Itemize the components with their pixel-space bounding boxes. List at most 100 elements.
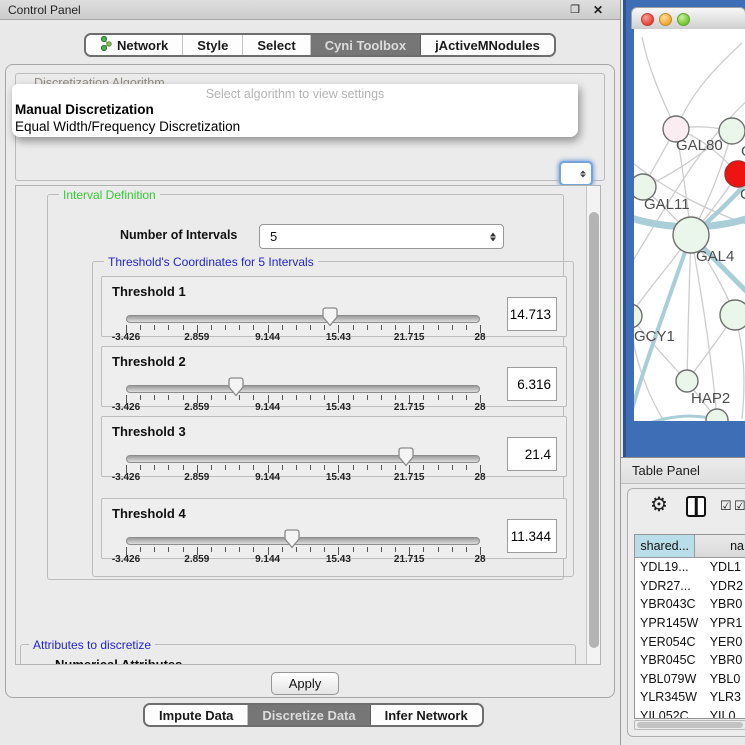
network-window-titlebar [631,7,745,29]
threshold-slider-track[interactable] [126,537,480,545]
float-panel-icon[interactable]: ❐ [567,0,583,20]
cell-shared-name[interactable]: YBR043C [635,597,708,611]
table-row[interactable]: YBL079WYBL0 [635,670,745,689]
cell-name[interactable]: YPR1 [708,616,745,630]
table-row[interactable]: YDL19...YDL1 [635,558,745,577]
cell-name[interactable]: YBL0 [708,672,745,686]
window-zoom-icon[interactable] [677,13,690,26]
cell-name[interactable]: YDR2 [708,579,745,593]
interval-definition-group: Interval Definition Number of Intervals … [47,194,564,580]
threshold-value-field[interactable]: 14.713 [507,297,557,331]
threshold-value-field[interactable]: 11.344 [507,519,557,553]
tab-network[interactable]: Network [86,35,183,55]
number-of-intervals-label: Number of Intervals [120,228,237,242]
columns-icon[interactable] [686,496,706,517]
column-header-name[interactable]: na [695,535,745,557]
threshold-slider-track[interactable] [126,455,480,463]
slider-tick-labels: -3.4262.8599.14415.4321.71528 [126,554,480,566]
tab-cyni-toolbox[interactable]: Cyni Toolbox [311,35,421,55]
network-node[interactable] [719,118,745,144]
scrollbar-thumb[interactable] [589,212,599,648]
gear-icon[interactable]: ⚙ [650,492,668,517]
node-label: G. [741,143,745,160]
threshold-slider-thumb[interactable] [322,307,338,327]
tab-jactivemnodules[interactable]: jActiveMNodules [421,35,554,55]
algorithm-combo[interactable] [559,161,593,186]
cell-name[interactable]: YDL1 [708,560,745,574]
table-row[interactable]: YER054CYER0 [635,632,745,651]
window-minimize-icon[interactable] [659,13,672,26]
network-view-frame: GAL80G.CGAL11GAL4GCY1HHAP2 [623,0,745,457]
settings-scroll-area: Interval Definition Number of Intervals … [15,185,601,665]
slider-tick-labels: -3.4262.8599.14415.4321.71528 [126,332,480,344]
network-node[interactable] [676,370,698,392]
network-node[interactable] [706,409,728,421]
tab-label: Style [197,38,228,53]
cell-shared-name[interactable]: YER054C [635,635,708,649]
cell-shared-name[interactable]: YIL052C [635,709,708,719]
tab-label: Select [257,38,295,53]
cell-shared-name[interactable]: YPR145W [635,616,708,630]
slider-tick-labels: -3.4262.8599.14415.4321.71528 [126,402,480,414]
node-table[interactable]: shared... na YDL19...YDL1YDR27...YDR2YBR… [634,534,745,719]
cell-shared-name[interactable]: YDL19... [635,560,708,574]
attributes-group-title: Attributes to discretize [29,638,155,652]
combo-stepper-icon [580,170,586,177]
network-node[interactable] [634,304,642,328]
number-of-intervals-value: 5 [270,229,277,244]
tab-select[interactable]: Select [243,35,310,55]
option-equal-width-frequency[interactable]: Equal Width/Frequency Discretization [15,119,240,134]
threshold-slider-thumb[interactable] [284,529,300,549]
apply-button[interactable]: Apply [271,672,339,695]
cell-shared-name[interactable]: YDR27... [635,579,708,593]
cell-name[interactable]: YBR0 [708,597,745,611]
threshold-slider-track[interactable] [126,385,480,393]
close-panel-icon[interactable]: ✕ [590,0,606,20]
network-canvas[interactable]: GAL80G.CGAL11GAL4GCY1HHAP2 [634,29,745,421]
cell-name[interactable]: YER0 [708,635,745,649]
network-node[interactable] [725,161,745,187]
column-header-shared-name[interactable]: shared... [635,535,695,557]
option-manual-discretization[interactable]: Manual Discretization [15,102,154,117]
cell-name[interactable]: YBR0 [708,653,745,667]
threshold-slider-thumb[interactable] [398,447,414,467]
hscrollbar-thumb[interactable] [637,722,743,728]
checkbox-checked-icon[interactable]: ☑ [734,498,745,514]
table-hscrollbar[interactable] [634,720,745,730]
threshold-slider-thumb[interactable] [228,377,244,397]
thresholds-group: Threshold's Coordinates for 5 Intervals … [92,261,574,577]
tab-discretize-data[interactable]: Discretize Data [248,705,370,725]
tab-impute-data[interactable]: Impute Data [145,705,248,725]
table-row[interactable]: YDR27...YDR2 [635,577,745,596]
control-panel-titlebar: Control Panel ❐ ✕ [0,0,620,20]
network-icon [100,36,112,54]
threshold-value-field[interactable]: 6.316 [507,367,557,401]
cell-shared-name[interactable]: YBR045C [635,653,708,667]
cell-shared-name[interactable]: YBL079W [635,672,708,686]
table-row[interactable]: YBR043CYBR0 [635,595,745,614]
checkbox-checked-icon[interactable]: ☑ [720,498,732,514]
cell-name[interactable]: YIL0 [708,709,745,719]
table-panel-titlebar: Table Panel [621,457,745,484]
control-panel: Control Panel ❐ ✕ Network Style Select Cyni… [0,0,620,745]
combo-stepper-icon [490,232,496,241]
table-header-row: shared... na [635,535,745,558]
tab-style[interactable]: Style [183,35,243,55]
table-row[interactable]: YPR145WYPR1 [635,614,745,633]
top-tab-bar: Network Style Select Cyni Toolbox jActiveMNo… [84,33,556,57]
window-close-icon[interactable] [641,13,654,26]
settings-scrollbar[interactable] [586,186,600,664]
cell-name[interactable]: YLR3 [708,690,745,704]
cell-shared-name[interactable]: YLR345W [635,690,708,704]
tab-infer-network[interactable]: Infer Network [371,705,482,725]
table-row[interactable]: YIL052CYIL0 [635,707,745,719]
threshold-label: Threshold 4 [112,506,186,521]
threshold-slider-track[interactable] [126,315,480,323]
table-row[interactable]: YBR045CYBR0 [635,651,745,670]
right-column: GAL80G.CGAL11GAL4GCY1HHAP2 Table Panel ⚙… [620,0,745,745]
number-of-intervals-combo[interactable]: 5 [259,224,504,249]
threshold-value-field[interactable]: 21.4 [507,437,557,471]
network-node[interactable] [720,300,745,330]
table-row[interactable]: YLR345WYLR3 [635,688,745,707]
tab-label: Cyni Toolbox [325,38,406,53]
